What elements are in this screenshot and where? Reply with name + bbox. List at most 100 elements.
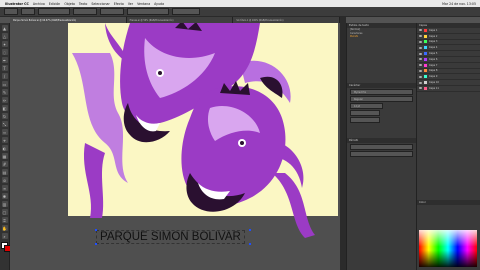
slice-tool-icon[interactable]: ⌗	[1, 217, 8, 223]
stroke-selector[interactable]	[21, 8, 35, 15]
layer-color-swatch	[424, 75, 427, 79]
shape-builder-icon[interactable]: ◐	[1, 145, 8, 151]
brush-dropdown[interactable]	[73, 8, 97, 15]
line-tool-icon[interactable]: /	[1, 73, 8, 79]
menu-item-object[interactable]: Objeto	[64, 2, 75, 6]
menu-item-type[interactable]: Texto	[79, 2, 87, 6]
hand-tool-icon[interactable]: ✋	[1, 225, 8, 231]
fill-stroke-swatches[interactable]	[0, 242, 11, 252]
panel-header-color[interactable]: Color	[417, 199, 480, 205]
layer-name: Capa 10	[429, 81, 439, 85]
zoom-tool-icon[interactable]: ⌕	[1, 233, 8, 239]
layer-name: Capa 4	[429, 46, 438, 50]
menu-item-edit[interactable]: Edición	[49, 2, 61, 6]
layer-name: Capa 11	[429, 86, 439, 90]
visibility-eye-icon[interactable]	[419, 58, 422, 61]
menu-item-window[interactable]: Ventana	[137, 2, 150, 6]
lasso-tool-icon[interactable]: ◌	[1, 49, 8, 55]
layer-color-swatch	[424, 57, 427, 61]
caption-text-object[interactable]: PARQUE SIMON BOLIVAR	[96, 230, 245, 244]
visibility-eye-icon[interactable]	[419, 46, 422, 49]
layer-name: Capa 8	[429, 69, 438, 73]
eyedropper-tool-icon[interactable]: ⊘	[1, 177, 8, 183]
anchor-handle[interactable]	[249, 229, 251, 231]
pencil-tool-icon[interactable]: ✏	[1, 97, 8, 103]
layer-color-swatch	[424, 86, 427, 90]
visibility-eye-icon[interactable]	[419, 64, 422, 67]
mesh-tool-icon[interactable]: #	[1, 161, 8, 167]
layer-color-swatch	[424, 69, 427, 73]
visibility-eye-icon[interactable]	[419, 87, 422, 90]
tools-panel: ▲ △ ✦ ◌ ✒ T / ▭ ✎ ✏ ◧ ↻ ⤡ ≈ ⌖ ◐ ▦ # ▤ ⊘ …	[0, 23, 11, 270]
menu-item-view[interactable]: Ver	[128, 2, 133, 6]
menu-item-select[interactable]: Seleccionar	[91, 2, 109, 6]
app-menu[interactable]: Illustrator CC	[5, 2, 29, 6]
leading-field[interactable]	[350, 110, 380, 117]
panel-header-paragraph[interactable]: Párrafo	[347, 138, 416, 144]
visibility-eye-icon[interactable]	[419, 69, 422, 72]
font-family-field[interactable]: Myriad Pro	[350, 89, 413, 96]
artboard-tool-icon[interactable]: ▢	[1, 209, 8, 215]
panel-header-character[interactable]: Carácter	[347, 83, 416, 89]
layer-color-swatch	[424, 63, 427, 67]
anchor-handle[interactable]	[95, 243, 97, 245]
indent-field[interactable]	[350, 144, 413, 151]
space-before-field[interactable]	[350, 151, 413, 158]
visibility-eye-icon[interactable]	[419, 52, 422, 55]
color-spectrum-picker[interactable]	[419, 230, 477, 267]
layer-color-swatch	[424, 81, 427, 85]
direct-selection-tool-icon[interactable]: △	[1, 33, 8, 39]
style-dropdown[interactable]	[100, 8, 124, 15]
layer-name: Capa 2	[429, 34, 438, 38]
align-controls[interactable]	[172, 8, 200, 15]
gradient-tool-icon[interactable]: ▤	[1, 169, 8, 175]
rectangle-tool-icon[interactable]: ▭	[1, 81, 8, 87]
layer-color-swatch	[424, 52, 427, 56]
rotate-tool-icon[interactable]: ↻	[1, 113, 8, 119]
fill-selector[interactable]	[4, 8, 18, 15]
canvas-area[interactable]: PARQUE SIMON BOLIVAR	[10, 23, 340, 270]
free-transform-icon[interactable]: ⌖	[1, 137, 8, 143]
visibility-eye-icon[interactable]	[419, 81, 422, 84]
layer-name: Capa 1	[429, 28, 438, 32]
menu-item-file[interactable]: Archivo	[33, 2, 45, 6]
layer-color-swatch	[424, 28, 427, 32]
menu-item-effect[interactable]: Efecto	[114, 2, 124, 6]
anchor-handle[interactable]	[95, 229, 97, 231]
visibility-eye-icon[interactable]	[419, 40, 422, 43]
eraser-tool-icon[interactable]: ◧	[1, 105, 8, 111]
layer-color-swatch	[424, 46, 427, 50]
layer-name: Capa 7	[429, 63, 438, 67]
selection-tool-icon[interactable]: ▲	[1, 25, 8, 31]
tracking-field[interactable]	[350, 117, 380, 124]
layer-name: Capa 6	[429, 57, 438, 61]
menubar-clock: Mar 24 de nov. 13:05	[442, 1, 476, 6]
magic-wand-icon[interactable]: ✦	[1, 41, 8, 47]
blend-tool-icon[interactable]: ∞	[1, 185, 8, 191]
layer-list: Capa 1 Capa 2 Capa 3 Capa 4 Capa 5 Capa 6 Capa…	[417, 28, 480, 92]
layer-name: Capa 3	[429, 40, 438, 44]
anchor-handle[interactable]	[249, 243, 251, 245]
pen-tool-icon[interactable]: ✒	[1, 57, 8, 63]
font-size-field[interactable]: 12 pt	[350, 103, 383, 110]
width-tool-icon[interactable]: ≈	[1, 129, 8, 135]
stroke-weight-dropdown[interactable]	[38, 8, 70, 15]
menu-item-help[interactable]: Ayuda	[154, 2, 164, 6]
opacity-field[interactable]	[127, 8, 169, 15]
layer-name: Capa 9	[429, 75, 438, 79]
perspective-grid-icon[interactable]: ▦	[1, 153, 8, 159]
text-styles-panel: Estilos de texto [Normal] Caracteres Pár…	[346, 23, 416, 270]
control-bar	[0, 7, 480, 17]
paintbrush-tool-icon[interactable]: ✎	[1, 89, 8, 95]
layer-color-swatch	[424, 40, 427, 44]
symbol-sprayer-icon[interactable]: ✺	[1, 193, 8, 199]
font-style-field[interactable]: Regular	[350, 96, 413, 103]
visibility-eye-icon[interactable]	[419, 29, 422, 32]
scale-tool-icon[interactable]: ⤡	[1, 121, 8, 127]
menu-bar: Illustrator CC Archivo Edición Objeto Te…	[0, 0, 480, 7]
visibility-eye-icon[interactable]	[419, 75, 422, 78]
layer-color-swatch	[424, 34, 427, 38]
graph-tool-icon[interactable]: ▥	[1, 201, 8, 207]
visibility-eye-icon[interactable]	[419, 35, 422, 38]
type-tool-icon[interactable]: T	[1, 65, 8, 71]
